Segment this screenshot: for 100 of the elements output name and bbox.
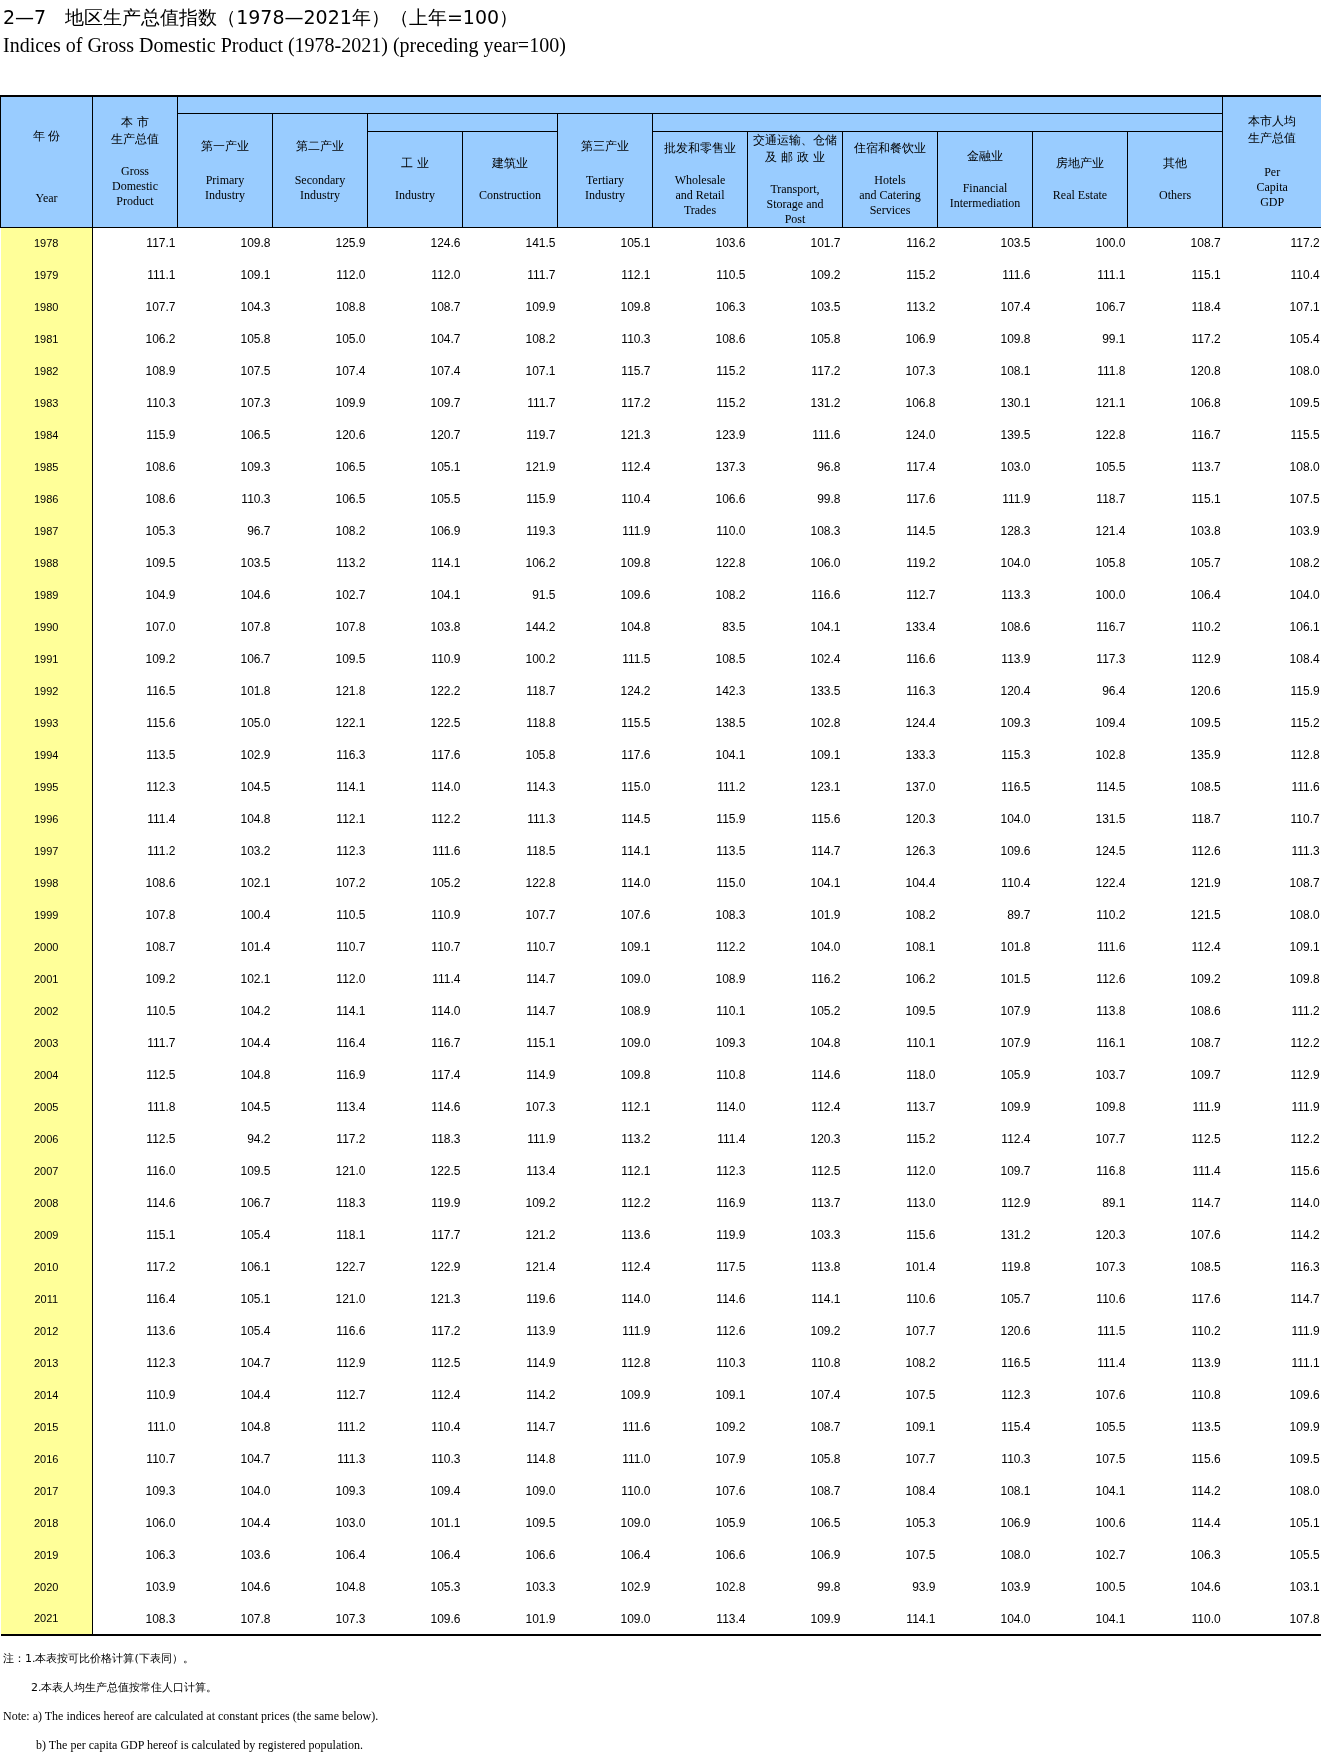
table-cell-text: 112.5 [810, 1163, 842, 1180]
table-cell-text: 109.9 [999, 1099, 1032, 1116]
table-cell-text: 109.1 [619, 939, 652, 956]
table-cell-text: 108.7 [809, 1419, 842, 1436]
year-cell: 2001 [0, 963, 93, 995]
table-cell-text: 112.4 [620, 459, 652, 476]
header-label: 金融业 [967, 147, 1003, 165]
table-cell-text: 106.8 [904, 395, 937, 412]
table-cell-text: 117.2 [335, 1131, 367, 1148]
table-cell-text: 109.4 [429, 1483, 462, 1500]
table-cell-text: 113.7 [810, 1195, 842, 1212]
table-cell-text: 122.9 [429, 1259, 462, 1276]
table-cell-text: 110.6 [1095, 1291, 1127, 1308]
table-cell-text: 128.3 [999, 523, 1032, 540]
table-cell-text: 105.3 [429, 1579, 462, 1596]
table-cell-text: 108.0 [1288, 363, 1321, 380]
table-cell-text: 120.6 [999, 1323, 1032, 1340]
table-cell-text: 104.8 [619, 619, 652, 636]
table-cell-text: 105.0 [239, 715, 272, 732]
year-cell: 2007 [0, 1155, 93, 1187]
table-cell-text: 123.1 [809, 779, 842, 796]
table-cell: 101.7 [747, 227, 843, 259]
table-cell-text: 114.9 [525, 1355, 557, 1372]
table-cell-text: 111.9 [1191, 1099, 1222, 1116]
year-cell: 2008 [0, 1187, 93, 1219]
header-label: Others [1159, 188, 1192, 203]
header-label: 本 市 生产总值 [111, 114, 159, 149]
table-cell-text: 110.7 [525, 939, 557, 956]
table-cell-text: 120.4 [999, 683, 1032, 700]
table-cell-text: 104.4 [239, 1035, 272, 1052]
table-cell-text: 110.3 [240, 491, 272, 508]
table-cell-text: 110.4 [1000, 875, 1032, 892]
year-cell: 1978 [0, 227, 93, 259]
table-cell-text: 109.5 [1189, 715, 1222, 732]
table-cell-text: 114.2 [1289, 1227, 1321, 1244]
table-cell-text: 110.4 [620, 491, 652, 508]
table-cell-text: 110.3 [430, 1451, 462, 1468]
table-cell-text: 115.5 [620, 715, 652, 732]
table-cell-text: 105.4 [239, 1227, 272, 1244]
table-cell-text: 105.7 [999, 1291, 1032, 1308]
table-cell-text: 101.4 [239, 939, 272, 956]
table-cell-text: 111.9 [526, 1131, 557, 1148]
year-cell: 1984 [0, 419, 93, 451]
table-cell: 109.8 [177, 227, 273, 259]
table-cell-text: 119.6 [525, 1291, 557, 1308]
table-cell-text: 118.8 [525, 715, 557, 732]
year-cell: 1992 [0, 675, 93, 707]
table-cell-text: 120.3 [1094, 1227, 1127, 1244]
table-cell-text: 105.7 [1189, 555, 1222, 572]
table-cell-text: 118.7 [1190, 811, 1222, 828]
table-cell-text: 113.4 [335, 1099, 367, 1116]
table-cell-text: 114.5 [905, 523, 937, 540]
table-cell-text: 106.9 [809, 1547, 842, 1564]
table-cell-text: 103.2 [239, 843, 272, 860]
table-cell-text: 108.7 [429, 299, 462, 316]
table-cell-text: 119.9 [715, 1227, 747, 1244]
table-cell-text: 109.9 [334, 395, 367, 412]
table-cell-text: 107.4 [429, 363, 462, 380]
table-cell-text: 109.0 [619, 1515, 652, 1532]
table-cell-text: 105.1 [239, 1291, 272, 1308]
table-cell-text: 116.6 [335, 1323, 367, 1340]
table-cell-text: 119.7 [525, 427, 557, 444]
table-cell-text: 104.4 [239, 1387, 272, 1404]
table-cell-text: 104.8 [334, 1579, 367, 1596]
table-cell-text: 107.7 [1094, 1131, 1127, 1148]
table-cell: 109.3 [92, 1475, 178, 1507]
table-cell: 108.7 [1127, 227, 1223, 259]
table-cell: 111.1 [92, 259, 178, 291]
table-cell-text: 130.1 [999, 395, 1032, 412]
table-cell-text: 108.7 [1189, 1035, 1222, 1052]
table-cell-text: 102.1 [239, 971, 272, 988]
table-cell-text: 111.9 [1001, 491, 1032, 508]
table-cell-text: 112.4 [1000, 1131, 1032, 1148]
table-cell-text: 121.4 [1094, 523, 1127, 540]
table-cell-text: 112.0 [430, 267, 462, 284]
table-cell: 141.5 [462, 227, 558, 259]
table-cell-text: 108.0 [999, 1547, 1032, 1564]
table-cell-text: 117.2 [620, 395, 652, 412]
table-cell-text: 110.5 [715, 267, 747, 284]
header-label: 批发和零售业 [664, 140, 736, 157]
table-cell-text: 103.9 [1288, 523, 1321, 540]
table-cell-text: 112.8 [1289, 747, 1321, 764]
table-cell-text: 115.6 [810, 811, 842, 828]
year-cell: 2006 [0, 1123, 93, 1155]
table-cell-text: 114.2 [525, 1387, 557, 1404]
table-cell-text: 114.5 [620, 811, 652, 828]
table-cell-text: 110.4 [430, 1419, 462, 1436]
table-cell-text: 112.9 [1000, 1195, 1032, 1212]
table-cell: 113.5 [92, 739, 178, 771]
table-cell-text: 114.6 [430, 1099, 462, 1116]
table-cell-text: 106.1 [1288, 619, 1321, 636]
year-cell: 2010 [0, 1251, 93, 1283]
table-cell-text: 106.4 [1189, 587, 1222, 604]
table-cell-text: 106.6 [714, 491, 747, 508]
table-cell-text: 110.1 [905, 1035, 937, 1052]
table-cell-text: 105.4 [239, 1323, 272, 1340]
table-cell-text: 114.7 [525, 1003, 557, 1020]
table-cell-text: 112.2 [430, 811, 462, 828]
table-cell-text: 103.3 [809, 1227, 842, 1244]
table-cell-text: 115.6 [1190, 1451, 1222, 1468]
